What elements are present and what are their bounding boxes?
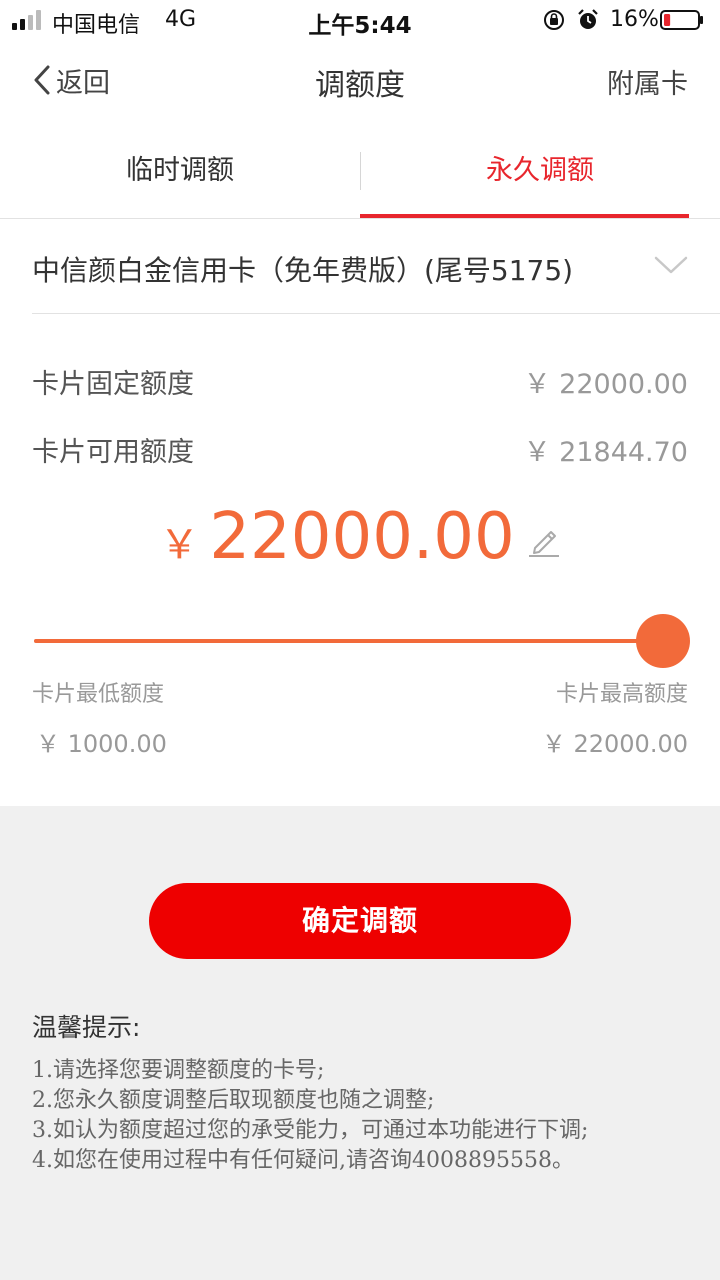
available-limit-value: ￥ 21844.70 (523, 437, 688, 468)
confirm-adjust-button[interactable]: 确定调额 (149, 883, 571, 959)
tab-permanent-adjust[interactable]: 永久调额 (360, 124, 720, 218)
active-tab-indicator (360, 214, 689, 218)
min-limit-label: 卡片最低额度 (32, 682, 165, 707)
rotation-lock-icon (544, 10, 564, 30)
card-selector[interactable]: 中信颜白金信用卡（免年费版）(尾号5175) (0, 219, 720, 314)
adjust-amount-value: 22000.00 (209, 500, 515, 574)
max-limit-value: ￥ 22000.00 (541, 730, 688, 758)
tips-list: 1.请选择您要调整额度的卡号; 2.您永久额度调整后取现额度也随之调整; 3.如… (32, 1056, 692, 1176)
fixed-limit-row: 卡片固定额度 ￥ 22000.00 (32, 362, 688, 402)
supplementary-card-button[interactable]: 附属卡 (607, 62, 688, 101)
available-limit-row: 卡片可用额度 ￥ 21844.70 (32, 430, 688, 470)
tip-item: 2.您永久额度调整后取现额度也随之调整; (32, 1088, 435, 1113)
card-name: 中信颜白金信用卡（免年费版）(尾号5175) (32, 254, 574, 287)
tip-item: 1.请选择您要调整额度的卡号; (32, 1058, 325, 1083)
alarm-icon (578, 9, 598, 29)
amount-slider[interactable] (34, 614, 690, 668)
currency-symbol: ￥ (159, 522, 200, 568)
slider-thumb[interactable] (636, 614, 690, 668)
fixed-limit-value: ￥ 22000.00 (523, 369, 688, 400)
min-limit-value: ￥ 1000.00 (36, 730, 167, 758)
max-limit-label: 卡片最高额度 (555, 682, 688, 707)
chevron-down-icon (654, 256, 688, 274)
slider-fill (34, 639, 663, 643)
pencil-icon[interactable] (527, 524, 561, 558)
status-bar: 中国电信 4G 上午5:44 16% (0, 0, 720, 40)
divider (32, 313, 720, 314)
nav-bar: 返回 调额度 附属卡 (0, 40, 720, 124)
battery-icon (660, 10, 703, 30)
tab-bar: 临时调额 永久调额 (0, 124, 720, 219)
adjust-amount-display: ￥ 22000.00 (0, 500, 720, 590)
battery-percent: 16% (610, 7, 659, 32)
tab-temporary-adjust[interactable]: 临时调额 (0, 124, 360, 218)
tips-title: 温馨提示: (32, 1013, 141, 1042)
fixed-limit-label: 卡片固定额度 (32, 369, 194, 400)
tip-item: 4.如您在使用过程中有任何疑问,请咨询4008895558。 (32, 1148, 574, 1173)
available-limit-label: 卡片可用额度 (32, 437, 194, 468)
tip-item: 3.如认为额度超过您的承受能力，可通过本功能进行下调; (32, 1118, 589, 1143)
